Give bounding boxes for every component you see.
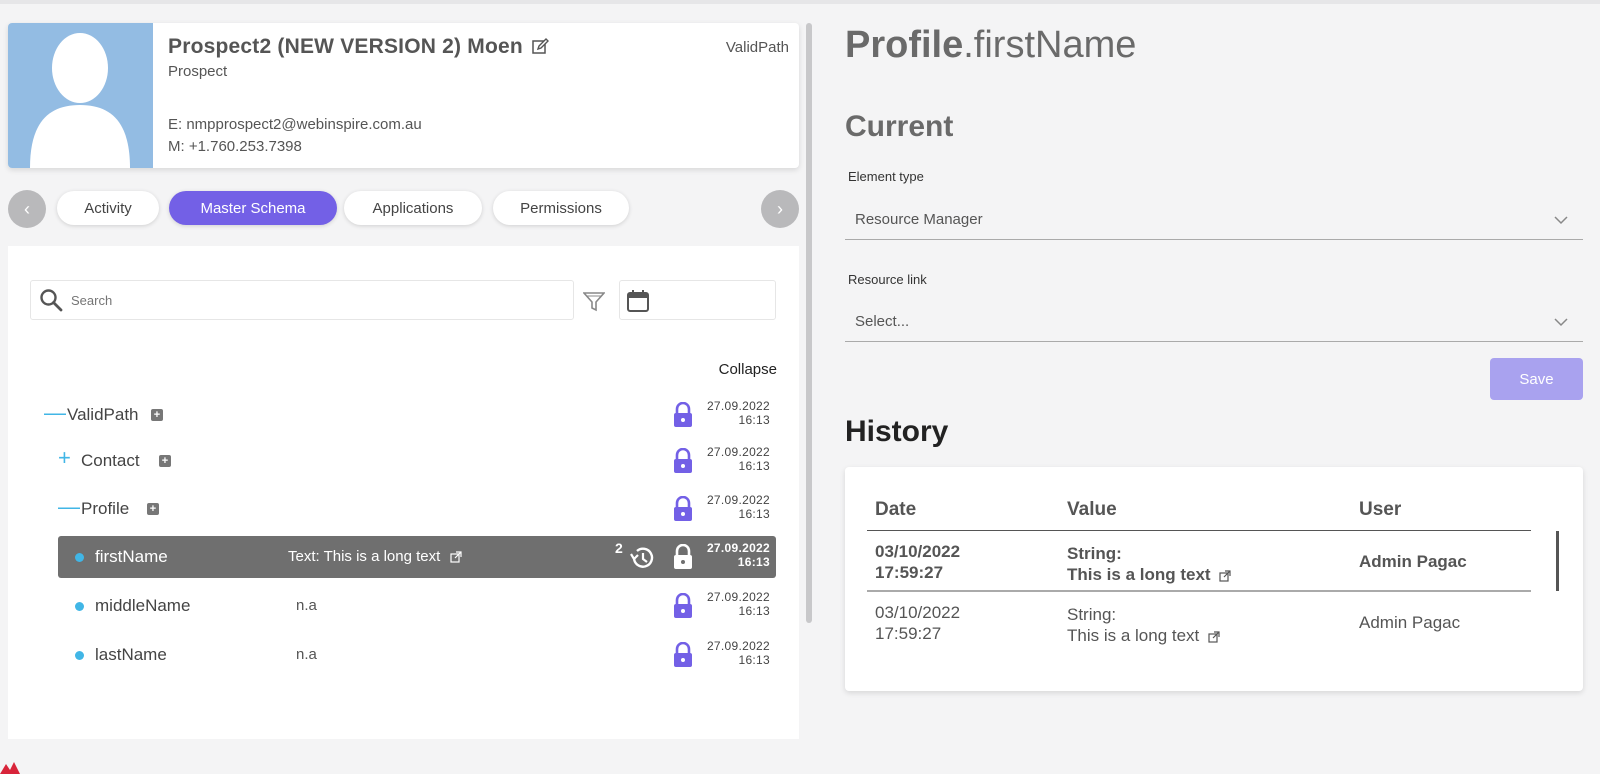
tree-row-value: Text: This is a long text <box>288 548 462 565</box>
avatar <box>8 23 153 168</box>
tree-row-firstname[interactable]: firstName Text: This is a long text 2 27… <box>58 536 776 578</box>
search-input[interactable] <box>71 292 551 308</box>
element-type-select[interactable]: Resource Manager <box>845 200 1583 240</box>
tabs-prev-button[interactable]: ‹ <box>8 190 46 228</box>
profile-role: Prospect <box>168 63 228 80</box>
lock-icon[interactable] <box>672 402 694 428</box>
tabs-next-button[interactable]: › <box>761 190 799 228</box>
history-scrollbar[interactable] <box>1556 531 1559 591</box>
tree-row-label: Contact <box>81 451 140 470</box>
tab-applications[interactable]: Applications <box>344 191 482 225</box>
column-header-date: Date <box>875 499 917 520</box>
column-header-value: Value <box>1067 499 1117 520</box>
element-type-label: Element type <box>848 169 924 184</box>
search-box <box>30 280 574 320</box>
profile-brand: ValidPath <box>725 39 789 56</box>
lock-icon[interactable] <box>672 496 694 522</box>
history-row-value: String: This is a long text <box>1067 543 1231 585</box>
tree-row-value: n.a <box>296 646 317 663</box>
tree-row-profile[interactable]: — Profile + 27.09.2022 16:13 <box>30 488 776 530</box>
tree-row-middlename[interactable]: middleName n.a 27.09.2022 16:13 <box>30 585 776 627</box>
leaf-dot-icon <box>75 651 84 660</box>
timestamp: 27.09.2022 16:13 <box>706 590 770 618</box>
tab-activity[interactable]: Activity <box>57 191 159 225</box>
resource-link-placeholder: Select... <box>855 313 910 330</box>
timestamp: 27.09.2022 16:13 <box>706 399 770 427</box>
timestamp: 27.09.2022 16:13 <box>706 445 770 473</box>
edit-icon[interactable] <box>531 38 549 56</box>
chevron-down-icon <box>1554 216 1568 225</box>
collapse-toggle[interactable]: — <box>44 400 66 426</box>
save-button[interactable]: Save <box>1490 358 1583 400</box>
header-divider <box>867 530 1531 531</box>
external-link-icon[interactable] <box>1208 630 1220 643</box>
profile-name-row: Prospect2 (NEW VERSION 2) Moen <box>168 35 549 59</box>
history-count-badge: 2 <box>615 540 623 556</box>
history-row-user: Admin Pagac <box>1359 613 1461 632</box>
tree-row-label: Profile <box>81 499 130 518</box>
lock-icon[interactable] <box>672 593 694 619</box>
search-icon <box>40 289 63 312</box>
history-heading: History <box>845 415 949 448</box>
history-row-user: Admin Pagac <box>1359 552 1467 571</box>
timestamp: 27.09.2022 16:13 <box>706 493 770 521</box>
history-row-date: 03/10/2022 17:59:27 <box>875 542 961 582</box>
collapse-link[interactable]: Collapse <box>719 361 777 378</box>
lock-icon[interactable] <box>672 642 694 668</box>
profile-email: E: nmpprospect2@webinspire.com.au <box>168 116 422 133</box>
add-child-icon[interactable]: + <box>151 409 163 421</box>
profile-mobile: M: +1.760.253.7398 <box>168 138 302 155</box>
tree-row-label: firstName <box>95 547 168 566</box>
history-row-date: 03/10/2022 17:59:27 <box>875 603 961 643</box>
expand-toggle[interactable]: + <box>58 445 71 471</box>
row-divider <box>867 590 1531 592</box>
tree-row-lastname[interactable]: lastName n.a 27.09.2022 16:13 <box>30 634 776 676</box>
schema-tree-panel: Collapse — ValidPath + 27.09.202216:13 +… <box>8 246 799 739</box>
calendar-icon <box>627 290 649 312</box>
tree-row-validpath[interactable]: — ValidPath + 27.09.2022 16:13 <box>30 394 776 436</box>
external-link-icon[interactable] <box>450 550 462 563</box>
tree-row-value: n.a <box>296 597 317 614</box>
add-child-icon[interactable]: + <box>147 503 159 515</box>
tab-master-schema[interactable]: Master Schema <box>169 191 337 225</box>
leaf-dot-icon <box>75 553 84 562</box>
field-title: Profile.firstName <box>845 24 1137 66</box>
column-header-user: User <box>1359 499 1402 520</box>
leaf-dot-icon <box>75 602 84 611</box>
history-icon[interactable] <box>629 545 655 571</box>
resource-link-select[interactable]: Select... <box>845 302 1583 342</box>
add-child-icon[interactable]: + <box>159 455 171 467</box>
timestamp: 27.09.2022 16:13 <box>706 541 770 569</box>
profile-card: Prospect2 (NEW VERSION 2) Moen Prospect … <box>8 23 799 168</box>
history-table: Date Value User 03/10/2022 17:59:27 Strin… <box>845 467 1583 691</box>
timestamp: 27.09.2022 16:13 <box>706 639 770 667</box>
date-filter-input[interactable] <box>619 280 776 320</box>
profile-name: Prospect2 (NEW VERSION 2) Moen <box>168 35 523 58</box>
tree-row-label: ValidPath <box>67 405 139 424</box>
tab-permissions[interactable]: Permissions <box>493 191 629 225</box>
tree-row-contact[interactable]: + Contact + 27.09.2022 16:13 <box>30 440 776 482</box>
ribbon-icon <box>0 762 20 774</box>
element-type-value: Resource Manager <box>855 211 983 228</box>
top-divider <box>0 0 1600 4</box>
filter-icon[interactable] <box>583 290 605 312</box>
resource-link-label: Resource link <box>848 272 927 287</box>
tree-row-label: middleName <box>95 596 191 615</box>
tabs-row: ‹ Activity Master Schema Applications Pe… <box>8 190 799 228</box>
lock-icon[interactable] <box>672 544 694 570</box>
user-silhouette-icon <box>30 33 130 168</box>
chevron-down-icon <box>1554 318 1568 327</box>
history-row-value: String: This is a long text <box>1067 604 1220 646</box>
left-panel-scrollbar[interactable] <box>806 23 812 623</box>
lock-icon[interactable] <box>672 448 694 474</box>
current-heading: Current <box>845 110 954 143</box>
collapse-toggle[interactable]: — <box>58 494 80 520</box>
tree-row-label: lastName <box>95 645 167 664</box>
external-link-icon[interactable] <box>1219 569 1231 582</box>
